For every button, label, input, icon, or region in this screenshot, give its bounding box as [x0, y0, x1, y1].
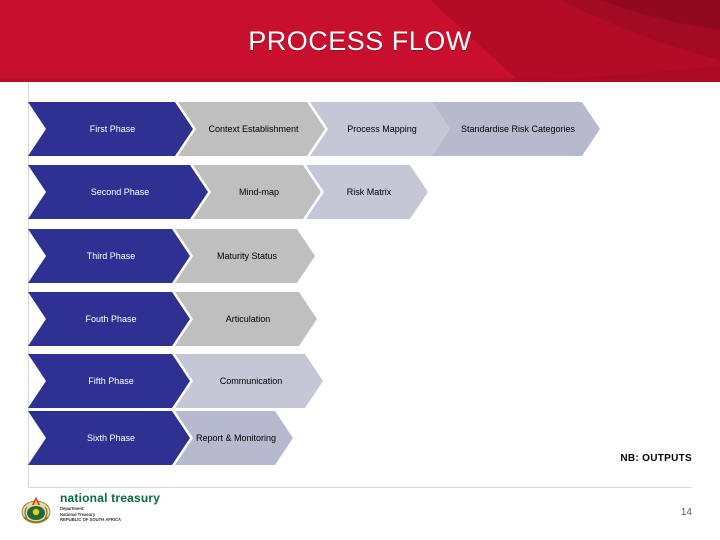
step-chevron: Standardise Risk Categories [432, 102, 600, 156]
step-label: Report & Monitoring [195, 433, 277, 443]
phase-label: Sixth Phase [86, 433, 136, 443]
phase-label: Fouth Phase [85, 314, 137, 324]
step-chevron: Articulation [175, 292, 317, 346]
footer-logo: national treasury Department: National T… [18, 491, 218, 533]
phase-label: Fifth Phase [88, 376, 134, 386]
process-flow-diagram: First Phase Context Establishment Proces… [0, 0, 720, 540]
phase-chevron: Fouth Phase [28, 292, 190, 346]
step-chevron: Maturity Status [175, 229, 315, 283]
step-label: Context Establishment [208, 124, 299, 134]
step-chevron: Communication [175, 354, 323, 408]
process-row: Fouth Phase Articulation [0, 292, 720, 346]
phase-label: Second Phase [90, 187, 150, 197]
phase-label: First Phase [89, 124, 136, 134]
process-row: Fifth Phase Communication [0, 354, 720, 408]
step-label: Mind-map [238, 187, 279, 197]
phase-chevron: Sixth Phase [28, 411, 190, 465]
step-chevron: Mind-map [193, 165, 321, 219]
phase-label: Third Phase [86, 251, 136, 261]
outputs-note: NB: OUTPUTS [620, 453, 692, 464]
step-chevron: Context Establishment [178, 102, 325, 156]
phase-chevron: First Phase [28, 102, 193, 156]
step-label: Maturity Status [216, 251, 278, 261]
org-name: national treasury [60, 491, 161, 505]
step-label: Articulation [225, 314, 271, 324]
step-chevron: Risk Matrix [306, 165, 428, 219]
org-subtitle: Department: National Treasury REPUBLIC O… [60, 506, 121, 523]
phase-chevron: Fifth Phase [28, 354, 190, 408]
step-label: Process Mapping [347, 124, 417, 134]
process-row: Third Phase Maturity Status [0, 229, 720, 283]
phase-chevron: Third Phase [28, 229, 190, 283]
step-chevron: Process Mapping [310, 102, 450, 156]
process-row: First Phase Context Establishment Proces… [0, 102, 720, 156]
step-label: Standardise Risk Categories [460, 124, 576, 134]
process-row: Sixth Phase Report & Monitoring [0, 411, 720, 465]
slide-number: 14 [680, 507, 692, 518]
step-chevron: Report & Monitoring [175, 411, 293, 465]
org-line: REPUBLIC OF SOUTH AFRICA [60, 517, 122, 523]
phase-chevron: Second Phase [28, 165, 208, 219]
step-label: Risk Matrix [346, 187, 392, 197]
step-label: Communication [219, 376, 283, 386]
coat-of-arms-icon [21, 497, 51, 524]
process-row: Second Phase Mind-map Risk Matrix [0, 165, 720, 219]
